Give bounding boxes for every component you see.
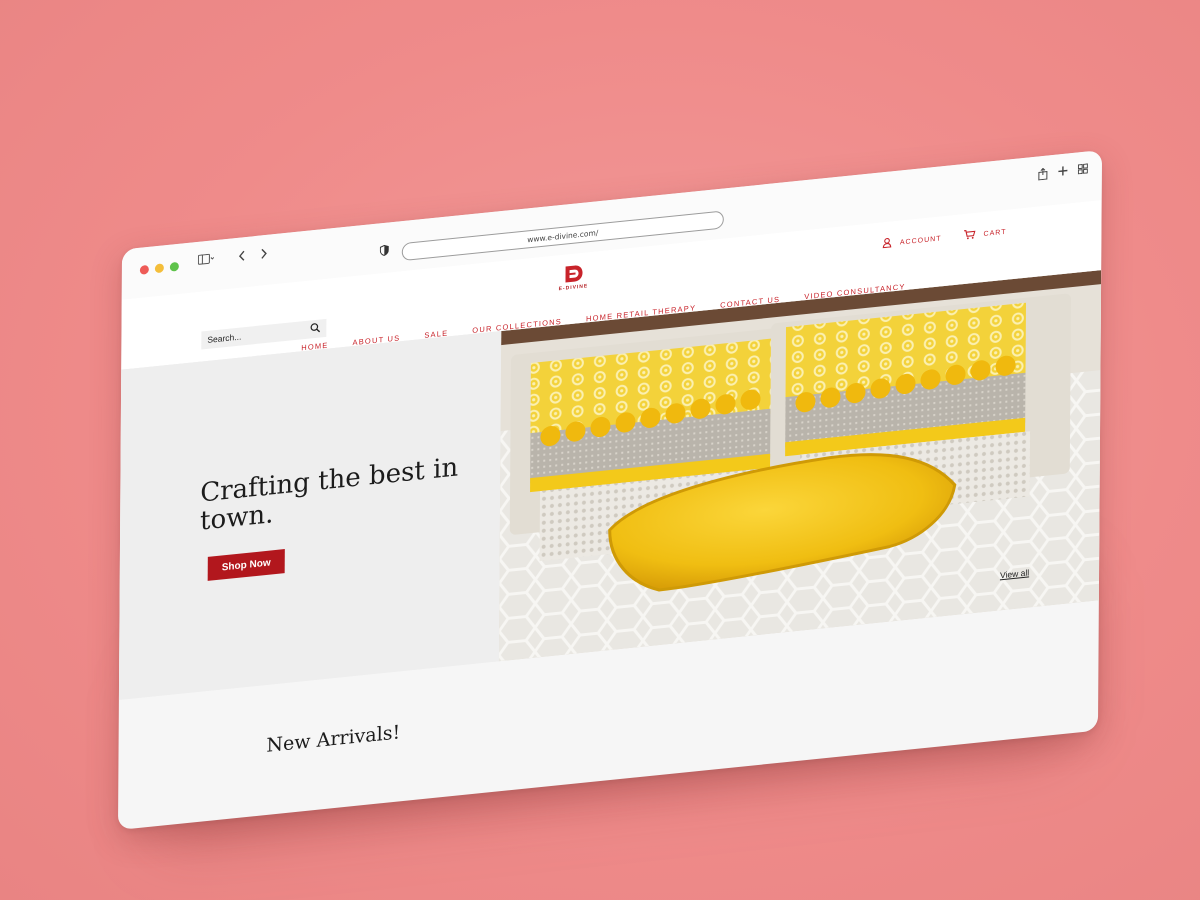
forward-arrow-icon[interactable] (260, 247, 268, 263)
close-window-button[interactable] (139, 264, 149, 275)
maximize-window-button[interactable] (169, 261, 179, 272)
tab-overview-icon[interactable] (1077, 163, 1088, 179)
cart-link[interactable]: CART (964, 226, 1007, 242)
sidebar-toggle-icon[interactable] (197, 252, 215, 269)
mockup-scene: www.e-divine.com/ Search... E-DIVINE ACC… (0, 0, 1200, 900)
hero-headline: Crafting the best in town. (199, 452, 459, 537)
browser-window: www.e-divine.com/ Search... E-DIVINE ACC… (117, 149, 1103, 831)
shop-now-button[interactable]: Shop Now (207, 549, 285, 581)
hero-text-panel: Crafting the best in town. Shop Now (118, 331, 502, 700)
hero-product-image (498, 270, 1102, 662)
url-text: www.e-divine.com/ (527, 227, 599, 244)
toolbar-actions (1038, 163, 1088, 183)
account-label: ACCOUNT (899, 234, 942, 247)
account-link[interactable]: ACCOUNT (883, 232, 942, 250)
logo-text: E-DIVINE (558, 283, 589, 293)
cushions-illustration (498, 270, 1102, 662)
minimize-window-button[interactable] (154, 263, 164, 274)
search-icon[interactable] (310, 322, 321, 336)
logo-mark-icon (565, 265, 583, 283)
cart-icon (964, 229, 976, 242)
site-logo[interactable]: E-DIVINE (553, 262, 593, 293)
user-icon (883, 237, 892, 250)
cart-label: CART (983, 228, 1007, 238)
privacy-shield-icon[interactable] (379, 244, 389, 259)
search-input[interactable] (207, 325, 298, 345)
back-arrow-icon[interactable] (238, 249, 246, 265)
share-icon[interactable] (1038, 167, 1048, 183)
new-arrivals-heading: New Arrivals! (266, 721, 401, 757)
new-tab-icon[interactable] (1058, 165, 1068, 181)
window-controls (139, 261, 179, 275)
